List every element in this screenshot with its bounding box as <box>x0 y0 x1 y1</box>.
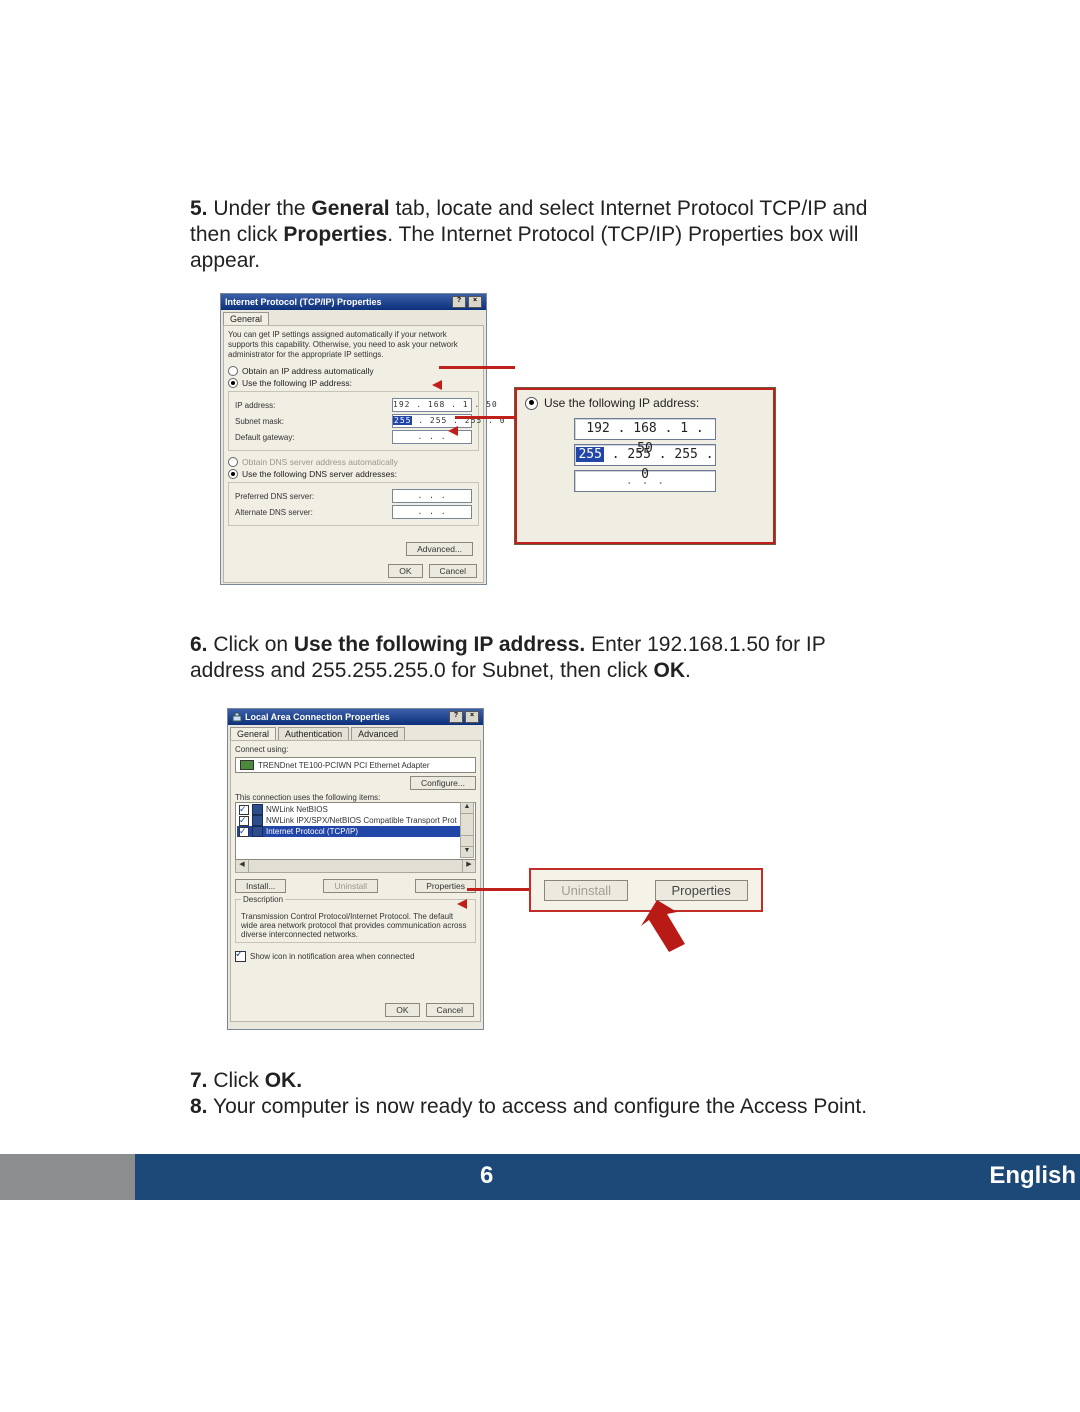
red-arrow-icon <box>448 426 458 436</box>
checkbox-icon[interactable] <box>239 805 249 815</box>
label-subnet-mask: Subnet mask: <box>235 417 284 426</box>
uninstall-button: Uninstall <box>323 879 378 893</box>
label-alternate-dns: Alternate DNS server: <box>235 508 313 517</box>
adapter-field[interactable]: TRENDnet TE100-PCIWN PCI Ethernet Adapte… <box>235 757 476 773</box>
title-text: Internet Protocol (TCP/IP) Properties <box>225 297 382 307</box>
red-connector-line <box>467 888 529 891</box>
page-footer: 6 English <box>0 1154 1080 1200</box>
ok-button[interactable]: OK <box>385 1003 419 1017</box>
cancel-button[interactable]: Cancel <box>429 564 477 578</box>
input-subnet-mask-zoom[interactable]: 255 . 255 . 255 . 0 <box>574 444 716 466</box>
scroll-right-icon[interactable]: ▶ <box>462 860 475 872</box>
tab-authentication[interactable]: Authentication <box>278 727 349 740</box>
description-text: Transmission Control Protocol/Internet P… <box>241 912 470 939</box>
tab-general[interactable]: General <box>230 727 276 740</box>
list-item-selected[interactable]: Internet Protocol (TCP/IP) <box>237 826 474 837</box>
titlebar: Local Area Connection Properties ? × <box>228 709 483 725</box>
input-ip-address-zoom[interactable]: 192 . 168 . 1 . 50 <box>574 418 716 440</box>
tab-row: General Authentication Advanced <box>228 725 483 740</box>
radio-icon <box>228 457 238 467</box>
red-arrow-icon <box>457 899 467 909</box>
input-default-gateway-zoom[interactable]: . . . <box>574 470 716 492</box>
properties-button-zoom[interactable]: Properties <box>655 880 748 901</box>
configure-button[interactable]: Configure... <box>410 776 476 790</box>
step-8-text: 8. Your computer is now ready to access … <box>190 1094 890 1120</box>
input-default-gateway[interactable]: . . . <box>392 430 472 444</box>
ip-fields-group: IP address: 192 . 168 . 1 . 50 Subnet ma… <box>228 391 479 451</box>
radio-obtain-dns-auto: Obtain DNS server address automatically <box>228 457 479 467</box>
red-arrow-icon <box>432 380 442 390</box>
scrollbar[interactable]: ▲ ▼ <box>460 802 474 858</box>
protocol-icon <box>252 815 263 826</box>
titlebar-help-button[interactable]: ? <box>452 296 466 308</box>
titlebar: Internet Protocol (TCP/IP) Properties ? … <box>221 294 486 310</box>
red-arrow-icon <box>585 900 685 960</box>
scroll-down-icon[interactable]: ▼ <box>461 846 473 857</box>
label-ip-address: IP address: <box>235 401 275 410</box>
dialog-lan-properties: Local Area Connection Properties ? × Gen… <box>227 708 484 1030</box>
title-text: Local Area Connection Properties <box>245 712 390 722</box>
label-preferred-dns: Preferred DNS server: <box>235 492 314 501</box>
footer-grey-block <box>0 1154 135 1200</box>
show-icon-checkbox-row[interactable]: ✓ Show icon in notification area when co… <box>235 951 476 962</box>
list-item[interactable]: NWLink NetBIOS <box>237 804 474 815</box>
tab-row: General <box>221 310 486 325</box>
checkbox-icon[interactable]: ✓ <box>235 951 246 962</box>
language-label: English <box>989 1162 1076 1190</box>
label-items: This connection uses the following items… <box>235 793 476 802</box>
step-6-text: 6. Click on Use the following IP address… <box>190 632 830 684</box>
checkbox-icon[interactable] <box>239 827 249 837</box>
cancel-button[interactable]: Cancel <box>426 1003 474 1017</box>
radio-use-following-dns[interactable]: Use the following DNS server addresses: <box>228 469 479 479</box>
label-connect-using: Connect using: <box>235 745 476 754</box>
protocol-icon <box>252 804 263 815</box>
scroll-up-icon[interactable]: ▲ <box>461 803 473 814</box>
radio-icon <box>228 469 238 479</box>
titlebar-close-button[interactable]: × <box>468 296 482 308</box>
label-default-gateway: Default gateway: <box>235 433 295 442</box>
description-group: Description Transmission Control Protoco… <box>235 899 476 943</box>
uninstall-button-zoom: Uninstall <box>544 880 628 901</box>
footer-blue-bar: 6 English <box>135 1154 1080 1200</box>
input-alternate-dns[interactable]: . . . <box>392 505 472 519</box>
protocol-icon <box>252 826 263 837</box>
radio-use-following-ip-zoom[interactable]: Use the following IP address: <box>525 396 765 410</box>
step-7-text: 7. Click OK. <box>190 1068 890 1094</box>
titlebar-close-button[interactable]: × <box>465 711 479 723</box>
network-icon <box>232 712 242 722</box>
tab-general[interactable]: General <box>223 312 269 325</box>
nic-icon <box>240 760 254 770</box>
radio-icon <box>525 397 538 410</box>
titlebar-help-button[interactable]: ? <box>449 711 463 723</box>
input-ip-address[interactable]: 192 . 168 . 1 . 50 <box>392 398 472 412</box>
checkbox-icon[interactable] <box>239 816 249 826</box>
explanation-text: You can get IP settings assigned automat… <box>228 330 479 360</box>
install-button[interactable]: Install... <box>235 879 286 893</box>
radio-icon <box>228 366 238 376</box>
red-connector-line <box>439 366 515 369</box>
advanced-button[interactable]: Advanced... <box>406 542 473 556</box>
zoom-ip-settings: Use the following IP address: 192 . 168 … <box>515 388 775 544</box>
scroll-left-icon[interactable]: ◀ <box>236 860 249 872</box>
tab-advanced[interactable]: Advanced <box>351 727 405 740</box>
step-5-text: 5. Under the General tab, locate and sel… <box>190 196 890 274</box>
ok-button[interactable]: OK <box>388 564 422 578</box>
dialog-tcpip-properties: Internet Protocol (TCP/IP) Properties ? … <box>220 293 487 585</box>
components-listbox[interactable]: NWLink NetBIOS NWLink IPX/SPX/NetBIOS Co… <box>235 802 476 860</box>
list-item[interactable]: NWLink IPX/SPX/NetBIOS Compatible Transp… <box>237 815 474 826</box>
radio-icon <box>228 378 238 388</box>
dns-fields-group: Preferred DNS server: . . . Alternate DN… <box>228 482 479 526</box>
page-number: 6 <box>480 1162 493 1190</box>
input-preferred-dns[interactable]: . . . <box>392 489 472 503</box>
red-connector-line <box>455 416 515 419</box>
